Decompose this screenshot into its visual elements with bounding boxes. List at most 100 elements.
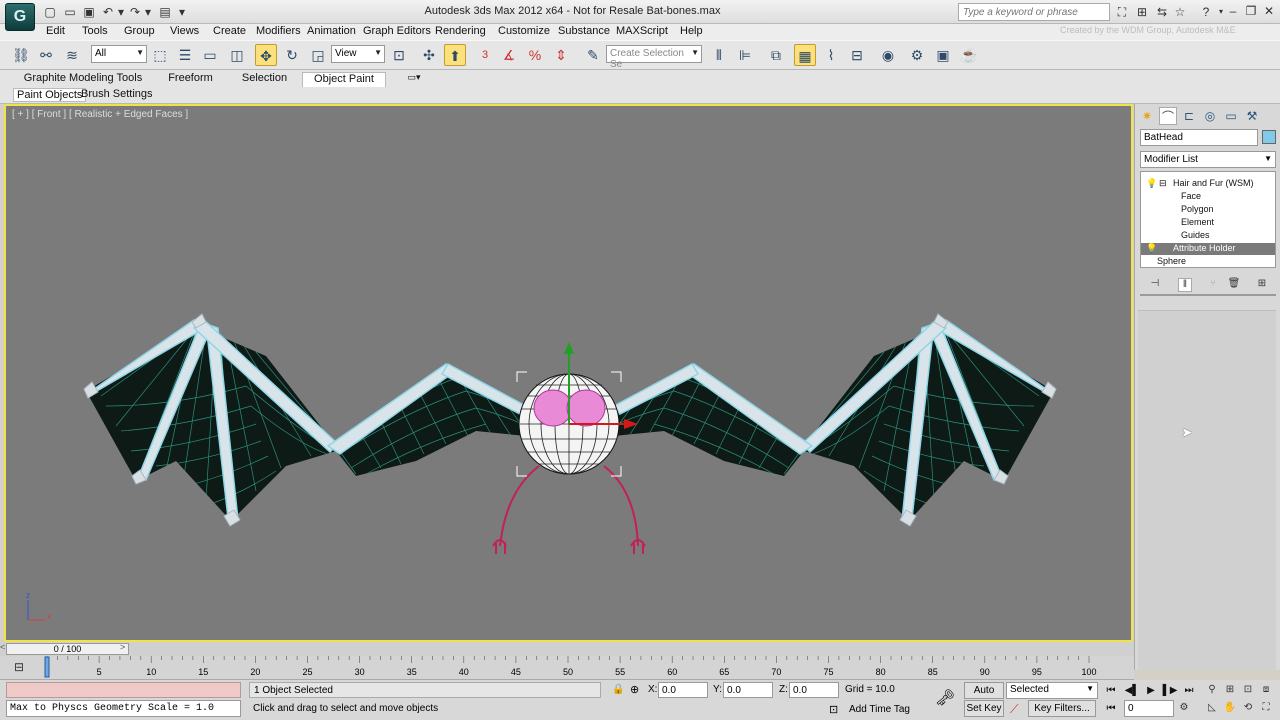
unlink-icon[interactable]: ⚯ [35, 44, 57, 66]
menu-help[interactable]: Help [680, 25, 703, 37]
tab-freeform[interactable]: Freeform [163, 72, 218, 87]
time-tag-icon[interactable]: ⊡ [829, 703, 838, 716]
add-time-tag[interactable]: Add Time Tag [849, 704, 910, 715]
save-icon[interactable]: ▣ [81, 4, 97, 20]
select-object-icon[interactable]: ⬚ [149, 44, 171, 66]
menu-graph-editors[interactable]: Graph Editors [363, 25, 431, 37]
tab-object-paint[interactable]: Object Paint [302, 72, 386, 87]
y-coordinate-field[interactable] [723, 682, 773, 698]
previous-frame-icon[interactable]: ◀▌ [1123, 682, 1141, 699]
motion-tab-icon[interactable]: ◎ [1201, 107, 1219, 125]
go-to-end-icon[interactable]: ⏭ [1180, 682, 1198, 699]
menu-group[interactable]: Group [124, 25, 155, 37]
menu-customize[interactable]: Customize [498, 25, 550, 37]
named-selection-sets-dropdown[interactable]: Create Selection Se ▼ [606, 45, 702, 70]
field-of-view-icon[interactable]: ◺ [1204, 700, 1220, 716]
track-bar[interactable]: ⊟ 05101520253035404550556065707580859095… [0, 656, 1134, 680]
viewport-front[interactable]: z x [ + ] [ Front ] [ Realistic + Edged … [4, 104, 1133, 642]
binoculars-icon[interactable]: ⛶ [1113, 3, 1131, 21]
select-by-name-icon[interactable]: ☰ [174, 44, 196, 66]
ribbon-options-icon[interactable]: ▭▾ [403, 72, 425, 87]
app-menu-button[interactable]: G [5, 3, 35, 31]
select-and-scale-icon[interactable]: ◲ [307, 44, 329, 66]
snaps-toggle-icon[interactable]: 3 [474, 44, 496, 66]
rendered-frame-window-icon[interactable]: ▣ [932, 44, 954, 66]
x-coordinate-field[interactable] [658, 682, 708, 698]
zoom-extents-all-icon[interactable]: ⧈ [1258, 682, 1274, 698]
orbit-icon[interactable]: ⟲ [1240, 700, 1256, 716]
maximize-viewport-icon[interactable]: ⛶ [1258, 700, 1274, 716]
menu-views[interactable]: Views [170, 25, 199, 37]
menu-animation[interactable]: Animation [307, 25, 356, 37]
help-search-input[interactable] [958, 3, 1110, 21]
menu-tools[interactable]: Tools [82, 25, 108, 37]
utilities-tab-icon[interactable]: ⚒ [1243, 107, 1261, 125]
subscription-center-icon[interactable]: ⊞ [1133, 3, 1151, 21]
stack-item-attribute-holder[interactable]: 💡 Attribute Holder [1141, 243, 1275, 255]
create-tab-icon[interactable]: ✷ [1138, 107, 1156, 125]
edit-named-selection-icon[interactable]: ✎ [582, 44, 604, 66]
curve-editor-icon[interactable]: ⌇ [820, 44, 842, 66]
subtab-paint-objects[interactable]: Paint Objects [13, 88, 87, 102]
stack-subitem-face[interactable]: Face [1141, 191, 1275, 203]
stack-item-hair-and-fur[interactable]: 💡 ⊟ Hair and Fur (WSM) [1141, 178, 1275, 190]
percent-snap-icon[interactable]: % [524, 44, 546, 66]
zoom-all-icon[interactable]: ⊞ [1222, 682, 1238, 698]
object-name-field[interactable] [1140, 129, 1258, 146]
menu-rendering[interactable]: Rendering [435, 25, 486, 37]
graphite-toggle-icon[interactable]: ▦ [794, 44, 816, 66]
key-mode-dropdown[interactable]: Selected ▼ [1006, 682, 1098, 699]
window-crossing-icon[interactable]: ◫ [226, 44, 248, 66]
go-to-start-icon[interactable]: ⏮ [1102, 682, 1120, 699]
lightbulb-icon[interactable]: 💡 [1146, 243, 1157, 254]
quick-access-dropdown-icon[interactable]: ▾ [174, 4, 190, 20]
key-icon[interactable]: 🗝 [935, 688, 955, 708]
key-mode-toggle-icon[interactable]: ⏮ [1102, 700, 1120, 717]
favorites-star-icon[interactable]: ☆ [1171, 3, 1189, 21]
time-slider-thumb[interactable]: 0 / 100 [6, 643, 129, 655]
auto-key-button[interactable]: Auto Key [964, 682, 1004, 711]
selection-filter-dropdown[interactable]: All ▼ [91, 45, 147, 63]
layer-manager-icon[interactable]: ⧉ [765, 44, 787, 66]
stack-subitem-polygon[interactable]: Polygon [1141, 204, 1275, 216]
menu-edit[interactable]: Edit [46, 25, 65, 37]
spinner-snap-icon[interactable]: ⇕ [550, 44, 572, 66]
select-and-rotate-icon[interactable]: ↻ [281, 44, 303, 66]
pivot-center-icon[interactable]: ⊡ [388, 44, 410, 66]
viewport-label[interactable]: [ + ] [ Front ] [ Realistic + Edged Face… [12, 109, 188, 120]
mirror-icon[interactable]: ⫴ [708, 44, 730, 66]
time-slider[interactable]: < 0 / 100 > [0, 642, 1134, 656]
material-editor-icon[interactable]: ◉ [877, 44, 899, 66]
collapse-icon[interactable]: ⊟ [1159, 178, 1167, 189]
next-frame-icon[interactable]: > [120, 642, 125, 652]
pin-stack-icon[interactable]: ⊣ [1148, 278, 1162, 292]
object-color-swatch[interactable] [1262, 130, 1276, 144]
keyboard-shortcut-override-icon[interactable]: ⬆ [444, 44, 466, 66]
stack-subitem-element[interactable]: Element [1141, 217, 1275, 229]
maxscript-listener-output[interactable]: Max to Physcs Geometry Scale = 1.0 [6, 700, 241, 717]
redo-dropdown-icon[interactable]: ▾ [140, 4, 156, 20]
remove-modifier-icon[interactable]: 🗑 [1227, 278, 1241, 292]
communication-center-icon[interactable]: ⇆ [1153, 3, 1171, 21]
align-icon[interactable]: ⊫ [734, 44, 756, 66]
key-filters-button[interactable]: Key Filters... [1028, 700, 1096, 717]
modify-tab-icon[interactable]: ⌒ [1159, 107, 1177, 125]
menu-modifiers[interactable]: Modifiers [256, 25, 301, 37]
project-folder-icon[interactable]: ▤ [157, 4, 173, 20]
set-key-button[interactable]: Set Key [964, 700, 1004, 717]
menu-maxscript[interactable]: MAXScript [616, 25, 668, 37]
open-file-icon[interactable]: ▭ [62, 4, 78, 20]
lightbulb-icon[interactable]: 💡 [1146, 178, 1157, 189]
hierarchy-tab-icon[interactable]: ⊏ [1180, 107, 1198, 125]
menu-substance[interactable]: Substance [558, 25, 610, 37]
new-file-icon[interactable]: ▢ [42, 4, 58, 20]
show-end-result-icon[interactable]: ‖ [1178, 278, 1192, 292]
select-and-move-icon[interactable]: ✥ [255, 44, 277, 66]
display-tab-icon[interactable]: ▭ [1222, 107, 1240, 125]
rectangular-selection-icon[interactable]: ▭ [199, 44, 221, 66]
render-production-icon[interactable]: ☕ [958, 44, 980, 66]
subtab-brush-settings[interactable]: Brush Settings [78, 88, 156, 102]
prev-frame-icon[interactable]: < [0, 642, 5, 652]
schematic-view-icon[interactable]: ⊟ [846, 44, 868, 66]
stack-item-sphere[interactable]: Sphere [1141, 256, 1275, 268]
